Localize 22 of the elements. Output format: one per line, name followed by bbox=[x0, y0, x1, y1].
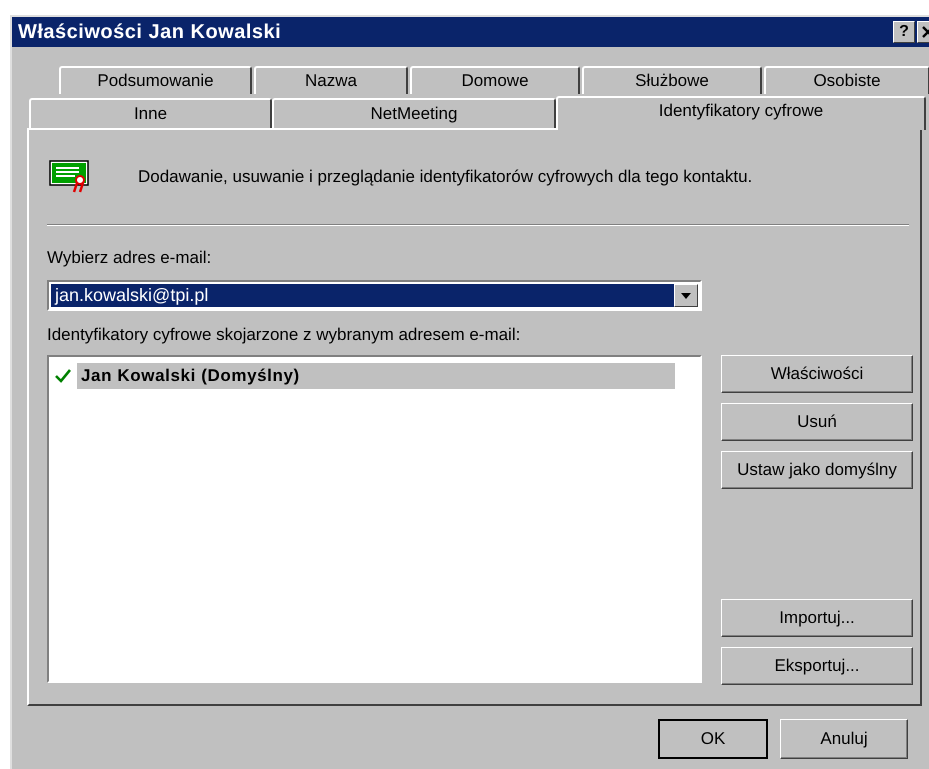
cancel-button[interactable]: Anuluj bbox=[780, 719, 908, 759]
ok-button[interactable]: OK bbox=[658, 719, 768, 759]
tab[interactable]: Identyfikatory cyfrowe bbox=[556, 96, 926, 130]
email-dropdown[interactable]: jan.kowalski@tpi.pl bbox=[47, 280, 702, 311]
tab[interactable]: NetMeeting bbox=[272, 98, 556, 128]
tab[interactable]: Osobiste bbox=[764, 66, 929, 94]
tab[interactable]: Nazwa bbox=[254, 66, 408, 94]
description-text: Dodawanie, usuwanie i przeglądanie identyfikatorów cyfrowych dla tego kontaktu. bbox=[138, 167, 752, 187]
help-button[interactable]: ? bbox=[893, 21, 915, 43]
tab[interactable]: Służbowe bbox=[582, 66, 762, 94]
action-button[interactable]: Importuj... bbox=[721, 599, 913, 637]
action-button[interactable]: Eksportuj... bbox=[721, 647, 913, 685]
ids-label: Identyfikatory cyfrowe skojarzone z wybranym adresem e-mail: bbox=[47, 325, 522, 345]
action-button[interactable]: Ustaw jako domyślny bbox=[721, 451, 913, 489]
tab[interactable]: Inne bbox=[29, 98, 272, 128]
tab[interactable]: Domowe bbox=[410, 66, 580, 94]
window-title: Właściwości Jan Kowalski bbox=[18, 20, 282, 44]
action-button[interactable]: Właściwości bbox=[721, 355, 913, 393]
tab[interactable]: Podsumowanie bbox=[59, 66, 252, 94]
action-button[interactable]: Usuń bbox=[721, 403, 913, 441]
email-label: Wybierz adres e-mail: bbox=[47, 248, 212, 268]
list-item[interactable]: Jan Kowalski (Domyślny) bbox=[77, 363, 675, 389]
